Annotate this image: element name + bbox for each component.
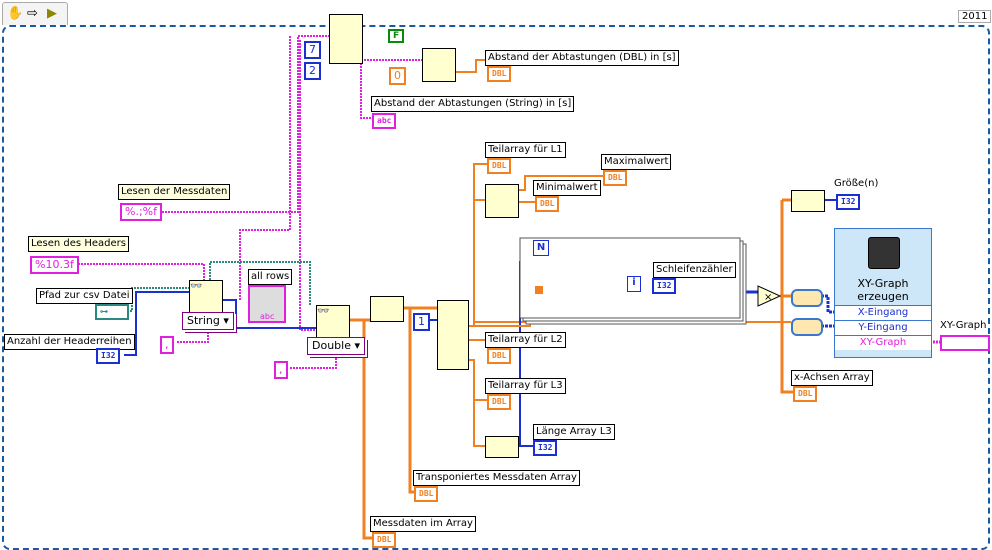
read-spreadsheet-node-1[interactable]: 👓: [189, 280, 223, 314]
scan-string-node[interactable]: [422, 48, 456, 82]
zero-constant[interactable]: 0: [389, 67, 406, 85]
label-len-l3: Länge Array L3: [533, 424, 615, 440]
false-constant[interactable]: F: [388, 29, 405, 43]
multiply-icon: ×: [764, 292, 772, 303]
format-header-constant[interactable]: %10.3f: [30, 256, 79, 274]
label-loop-counter: Schleifenzähler: [653, 262, 736, 278]
index-array-node[interactable]: [329, 14, 363, 64]
all-rows-indicator: abc: [248, 285, 286, 323]
shift-register: [535, 286, 543, 294]
index-array-columns-node[interactable]: [437, 300, 469, 370]
label-sub-l1: Teilarray für L1: [485, 142, 566, 158]
len-l3-indicator: I32: [533, 440, 558, 456]
array-size-node[interactable]: [791, 190, 825, 212]
glasses-icon: 👓: [190, 281, 203, 292]
transpose-node[interactable]: [370, 296, 404, 322]
size-indicator: I32: [836, 194, 861, 210]
label-transposed: Transponiertes Messdaten Array: [413, 470, 580, 486]
type-ring-string[interactable]: String ▾: [182, 312, 234, 330]
wire-l2-l3: [467, 339, 487, 447]
max-indicator: DBL: [603, 170, 628, 186]
wire-data-to-ind: [362, 320, 372, 540]
interval-string-indicator: abc: [372, 113, 397, 129]
label-sub-l2: Teilarray für L2: [485, 332, 566, 348]
label-data-array: Messdaten im Array: [370, 516, 476, 532]
format-data-constant[interactable]: %.;%f: [120, 203, 162, 221]
data-array-indicator: DBL: [372, 532, 397, 548]
delimiter-constant-1[interactable]: ,: [160, 336, 174, 354]
loop-count-terminal[interactable]: N: [533, 240, 549, 256]
xy-graph-indicator: [940, 335, 990, 351]
wire-delim1: [177, 328, 209, 343]
sub-l2-indicator: DBL: [487, 348, 512, 364]
label-x-axis: x-Achsen Array: [791, 370, 873, 386]
label-read-data: Lesen der Messdaten: [118, 184, 231, 200]
label-min: Minimalwert: [533, 180, 601, 196]
array-size-l3-node[interactable]: [485, 436, 519, 458]
row-index-constant[interactable]: 7: [304, 41, 321, 59]
type-ring-double[interactable]: Double ▾: [307, 337, 366, 355]
label-size: Größe(n): [834, 178, 879, 189]
interval-dbl-indicator: DBL: [487, 66, 512, 82]
index-one-constant[interactable]: 1: [413, 313, 430, 331]
glasses-icon: 👓: [317, 306, 330, 317]
label-xy-graph: XY-Graph: [940, 320, 987, 331]
label-max: Maximalwert: [601, 154, 672, 170]
to-ddt-y-node[interactable]: [791, 318, 823, 336]
y-input-terminal[interactable]: Y-Eingang: [835, 320, 931, 335]
delimiter-constant-2[interactable]: ,: [274, 361, 288, 379]
label-sub-l3: Teilarray für L3: [485, 378, 566, 394]
transposed-indicator: DBL: [414, 486, 439, 502]
x-input-terminal[interactable]: X-Eingang: [835, 305, 931, 320]
label-interval-string: Abstand der Abtastungen (String) in [s]: [371, 96, 575, 112]
sub-l3-indicator: DBL: [487, 394, 512, 410]
header-rows-control[interactable]: I32: [96, 348, 121, 364]
label-csv-path: Pfad zur csv Datei: [36, 288, 133, 304]
wire-string-rows: [239, 36, 291, 300]
x-axis-indicator: DBL: [793, 386, 818, 402]
wire-format-header: [72, 263, 205, 280]
read-spreadsheet-node-2[interactable]: 👓: [316, 305, 350, 339]
min-indicator: DBL: [535, 196, 560, 212]
xy-graph-express-vi[interactable]: XY-Graph erzeugen X-Eingang Y-Eingang XY…: [834, 228, 932, 358]
express-vi-title: XY-Graph erzeugen: [857, 277, 909, 303]
min-max-node[interactable]: [485, 184, 519, 218]
csv-path-control[interactable]: ⊶: [95, 304, 129, 320]
graph-icon: [868, 237, 900, 269]
wire-format-to-read2: [299, 40, 316, 331]
to-ddt-x-node[interactable]: [791, 289, 823, 307]
sub-l1-indicator: DBL: [487, 158, 512, 174]
label-read-header: Lesen des Headers: [28, 236, 129, 252]
loop-iteration-terminal: i: [627, 276, 641, 292]
wire-transposed-ind: [408, 308, 414, 494]
col-index-constant[interactable]: 2: [304, 62, 321, 80]
xy-graph-output-terminal[interactable]: XY-Graph: [835, 335, 931, 350]
label-interval-dbl: Abstand der Abtastungen (DBL) in [s]: [485, 50, 679, 66]
loop-counter-indicator: I32: [652, 278, 677, 294]
label-all-rows: all rows: [248, 269, 293, 285]
wire-interval: [454, 59, 487, 73]
